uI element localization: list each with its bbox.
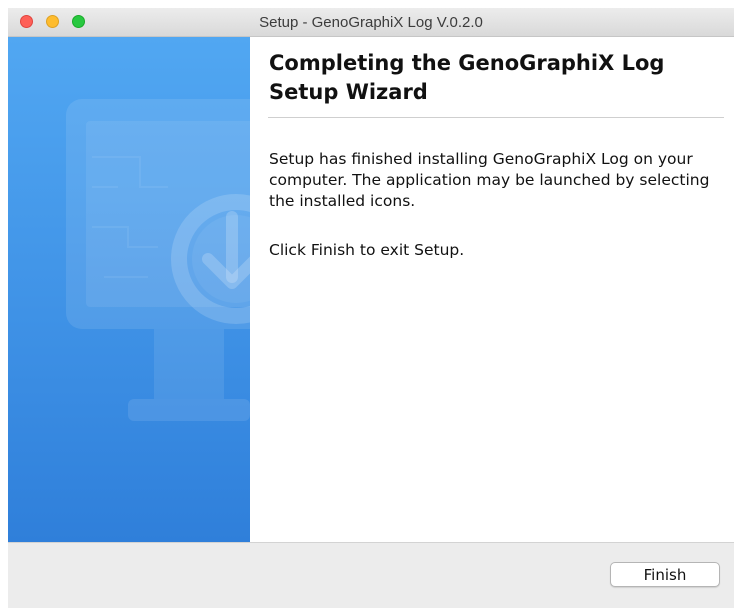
heading-divider (268, 117, 724, 118)
wizard-heading: Completing the GenoGraphiX Log Setup Wiz… (269, 51, 665, 104)
wizard-footer: Finish (8, 543, 734, 608)
monitor-download-icon (66, 99, 250, 421)
setup-window: Setup - GenoGraphiX Log V.0.2.0 Completi… (8, 8, 734, 608)
finish-button[interactable]: Finish (610, 562, 720, 587)
title-bar[interactable]: Setup - GenoGraphiX Log V.0.2.0 (8, 8, 734, 37)
completion-message: Setup has finished installing GenoGraphi… (269, 150, 710, 210)
wizard-content: Completing the GenoGraphiX Log Setup Wiz… (250, 37, 734, 542)
wizard-side-panel (8, 37, 250, 542)
exit-instruction: Click Finish to exit Setup. (269, 241, 465, 259)
window-title: Setup - GenoGraphiX Log V.0.2.0 (259, 14, 483, 31)
